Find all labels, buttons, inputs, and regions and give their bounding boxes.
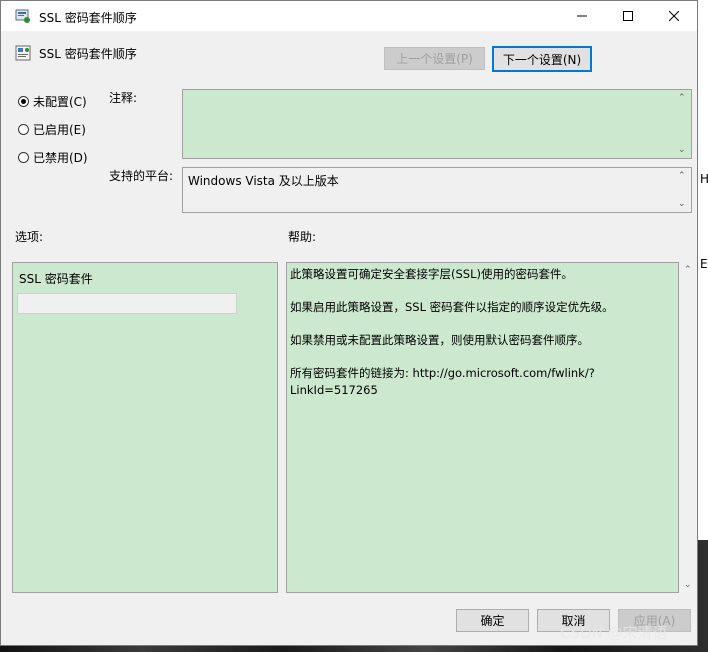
scroll-down-icon[interactable]: ⌄	[678, 199, 686, 209]
scroll-up-icon[interactable]: ⌃	[678, 93, 686, 103]
options-label: 选项:	[15, 230, 44, 244]
comment-scrollbar[interactable]: ⌃ ⌄	[675, 90, 691, 158]
minimize-icon	[577, 15, 587, 17]
radio-unselected-icon	[18, 152, 29, 163]
radio-label: 未配置(C)	[33, 95, 87, 109]
radio-label: 已禁用(D)	[33, 151, 88, 165]
scroll-up-icon[interactable]: ⌃	[684, 265, 692, 275]
radio-selected-icon	[18, 96, 29, 107]
maximize-icon	[623, 11, 633, 21]
help-text: 此策略设置可确定安全套接字层(SSL)使用的密码套件。 如果启用此策略设置，SS…	[290, 266, 670, 415]
policy-dialog: SSL 密码套件顺序 SSL 密码套件顺序 上一个设置(P) 下一个设置(N) …	[0, 0, 698, 646]
radio-disabled[interactable]: 已禁用(D)	[18, 149, 88, 166]
setting-title: SSL 密码套件顺序	[39, 47, 137, 61]
close-button[interactable]	[651, 1, 697, 31]
radio-label: 已启用(E)	[33, 123, 86, 137]
previous-setting-button[interactable]: 上一个设置(P)	[384, 47, 485, 70]
watermark: CSDN @宋清语	[560, 624, 668, 642]
background-edge-char: E	[700, 257, 708, 271]
radio-not-configured[interactable]: 未配置(C)	[18, 93, 87, 110]
scroll-down-icon[interactable]: ⌄	[678, 145, 686, 155]
policy-icon	[15, 9, 30, 23]
close-icon	[669, 11, 679, 21]
window-title: SSL 密码套件顺序	[39, 11, 137, 25]
platform-field: Windows Vista 及以上版本 ⌃ ⌄	[182, 167, 692, 213]
platform-scrollbar[interactable]: ⌃ ⌄	[675, 168, 691, 212]
help-scrollbar[interactable]: ⌃ ⌄	[681, 262, 695, 593]
help-paragraph: 如果禁用或未配置此策略设置，则使用默认密码套件顺序。	[290, 333, 589, 347]
help-paragraph: 所有密码套件的链接为: http://go.microsoft.com/fwli…	[290, 366, 595, 397]
help-paragraph: 此策略设置可确定安全套接字层(SSL)使用的密码套件。	[290, 267, 573, 281]
ok-button[interactable]: 确定	[456, 609, 529, 632]
title-bar[interactable]: SSL 密码套件顺序	[1, 1, 697, 31]
help-paragraph: 如果启用此策略设置，SSL 密码套件以指定的顺序设定优先级。	[290, 300, 614, 314]
comment-textarea[interactable]: ⌃ ⌄	[182, 89, 692, 159]
minimize-button[interactable]	[559, 1, 605, 31]
radio-unselected-icon	[18, 124, 29, 135]
radio-enabled[interactable]: 已启用(E)	[18, 121, 86, 138]
setting-icon	[15, 45, 31, 61]
cipher-suites-input[interactable]	[17, 293, 237, 314]
help-label: 帮助:	[288, 230, 317, 244]
help-panel: 此策略设置可确定安全套接字层(SSL)使用的密码套件。 如果启用此策略设置，SS…	[286, 262, 679, 593]
options-panel: SSL 密码套件	[12, 262, 278, 593]
platform-value: Windows Vista 及以上版本	[188, 174, 339, 188]
scroll-down-icon[interactable]: ⌄	[684, 580, 692, 590]
maximize-button[interactable]	[605, 1, 651, 31]
cipher-suites-label: SSL 密码套件	[19, 272, 93, 286]
scroll-up-icon[interactable]: ⌃	[678, 171, 686, 181]
comment-label: 注释:	[109, 91, 138, 105]
next-setting-button[interactable]: 下一个设置(N)	[492, 46, 592, 72]
background-edge-char: H	[700, 172, 708, 186]
platform-label: 支持的平台:	[109, 169, 174, 183]
